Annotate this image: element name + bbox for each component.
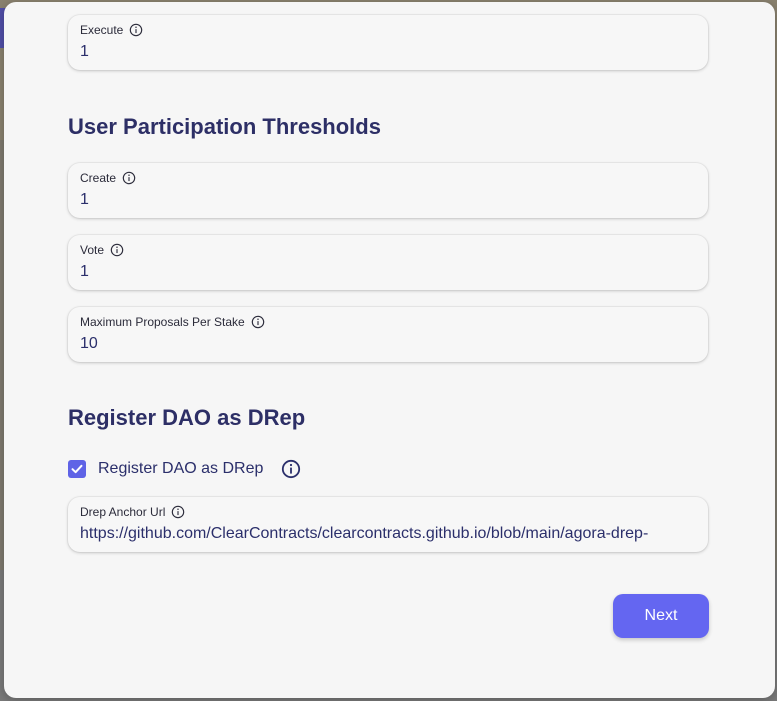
max-proposals-value[interactable]: 10: [80, 335, 698, 353]
create-field[interactable]: Create 1: [68, 163, 708, 218]
max-proposals-field[interactable]: Maximum Proposals Per Stake 10: [68, 307, 708, 362]
drep-anchor-url-value[interactable]: https://github.com/ClearContracts/clearc…: [80, 525, 698, 543]
max-proposals-label: Maximum Proposals Per Stake: [80, 315, 245, 329]
vote-label: Vote: [80, 243, 105, 257]
vote-value[interactable]: 1: [80, 263, 698, 281]
check-icon: [71, 464, 83, 474]
info-icon[interactable]: [122, 171, 136, 185]
info-icon[interactable]: [281, 459, 301, 479]
vote-field[interactable]: Vote 1: [68, 235, 708, 290]
create-value[interactable]: 1: [80, 191, 698, 209]
register-drep-row: Register DAO as DRep: [68, 458, 301, 480]
info-icon[interactable]: [129, 23, 143, 37]
create-label: Create: [80, 171, 117, 185]
user-participation-title: User Participation Thresholds: [68, 114, 381, 139]
register-drep-checkbox[interactable]: [68, 460, 86, 478]
drep-title: Register DAO as DRep: [68, 405, 306, 430]
execute-label: Execute: [80, 23, 124, 37]
drep-anchor-url-field[interactable]: Drep Anchor Url https://github.com/Clear…: [68, 497, 708, 552]
execute-field[interactable]: Execute 1: [68, 15, 708, 70]
next-button[interactable]: Next: [613, 594, 709, 638]
dao-settings-modal: Execute 1 User Participation Thresholds …: [4, 2, 775, 698]
drep-anchor-url-label: Drep Anchor Url: [80, 505, 166, 519]
info-icon[interactable]: [251, 315, 265, 329]
execute-value[interactable]: 1: [80, 43, 698, 61]
info-icon[interactable]: [171, 505, 185, 519]
info-icon[interactable]: [110, 243, 124, 257]
register-drep-label[interactable]: Register DAO as DRep: [98, 460, 263, 478]
